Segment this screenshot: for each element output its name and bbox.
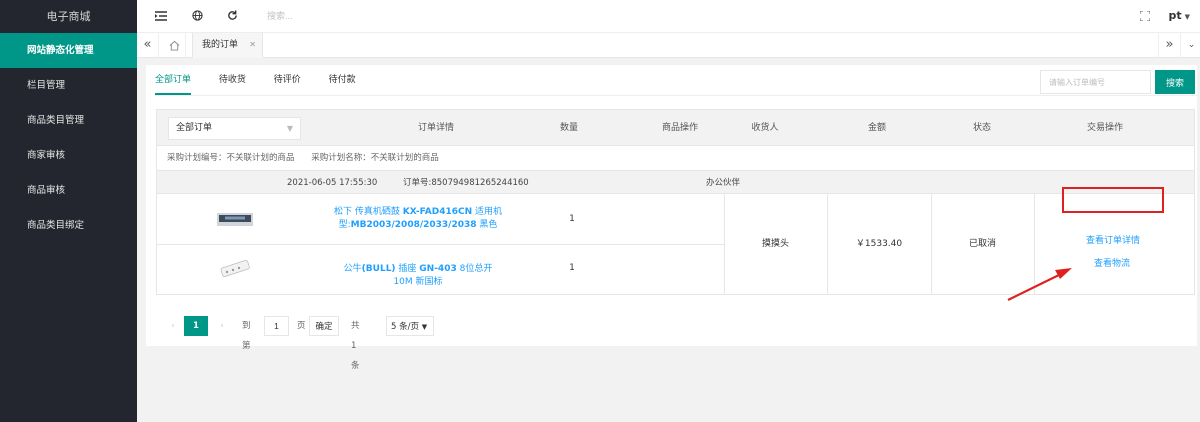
- sidebar-item-static-site[interactable]: 网站静态化管理: [0, 33, 137, 68]
- view-logistics-link[interactable]: 查看物流: [1094, 256, 1130, 269]
- col-quantity: 数量: [559, 123, 578, 133]
- menu-icon[interactable]: [153, 9, 169, 25]
- brand-title: 电子商城: [46, 10, 91, 23]
- search-button[interactable]: 搜索: [1155, 70, 1195, 94]
- product-quantity: 1: [569, 214, 575, 224]
- tabs-divider: [155, 95, 1197, 96]
- table-header: 全部订单 ▼ 订单详情 数量 商品操作 收货人 金额 状态 交易操作: [156, 109, 1195, 146]
- col-amount: 金额: [867, 123, 886, 133]
- product-link[interactable]: 公牛(BULL) 插座 GN-403 8位总开 10M 新国标: [333, 263, 503, 289]
- sidebar-item-category-binding[interactable]: 商品类目绑定: [0, 208, 137, 243]
- home-icon[interactable]: [164, 33, 186, 58]
- tab-pending-payment[interactable]: 待付款: [329, 65, 356, 95]
- confirm-goto-button[interactable]: 确定: [309, 316, 339, 336]
- orders-panel: 全部订单 待收货 待评价 待付款 搜索 全部订单 ▼ 订单详情 数量 商品操作 …: [146, 65, 1197, 371]
- shop-name: 办公伙伴: [706, 178, 741, 188]
- product-model: GN-403: [419, 264, 457, 274]
- tab-pending-receipt[interactable]: 待收货: [219, 65, 246, 95]
- order-status: 已取消: [968, 239, 996, 249]
- col-trade-actions: 交易操作: [1086, 123, 1123, 133]
- table-row: 公牛(BULL) 插座 GN-403 8位总开 10M 新国标 1: [157, 244, 724, 294]
- col-order-details: 订单详情: [417, 123, 454, 133]
- order-filter-select[interactable]: 全部订单 ▼: [168, 117, 301, 140]
- close-icon[interactable]: ✕: [249, 33, 256, 57]
- top-header: pt▼: [137, 0, 1200, 33]
- page-unit-label: 页: [297, 321, 306, 331]
- tab-my-orders[interactable]: 我的订单 ✕: [192, 33, 263, 58]
- product-brand: (BULL): [361, 264, 396, 274]
- caret-down-icon: ▼: [1184, 13, 1190, 21]
- product-model: MB2003/2008/2033/2038: [350, 220, 477, 230]
- product-name-part: 黑色: [476, 220, 498, 230]
- double-left-icon[interactable]: «: [137, 33, 159, 58]
- product-name-part: 松下 传真机硒鼓: [334, 207, 403, 217]
- product-quantity: 1: [569, 263, 575, 273]
- view-order-details-link[interactable]: 查看订单详情: [1086, 233, 1140, 246]
- next-page-icon[interactable]: ›: [216, 316, 228, 336]
- divider: [1034, 194, 1035, 294]
- product-name-part: 公牛: [343, 264, 362, 274]
- sidebar-item-columns[interactable]: 栏目管理: [0, 68, 137, 103]
- fullscreen-icon[interactable]: [1137, 9, 1153, 25]
- tab-all-orders[interactable]: 全部订单: [155, 65, 192, 95]
- receiver-name: 摸摸头: [761, 239, 789, 249]
- order-status-tabs: 全部订单 待收货 待评价 待付款: [155, 65, 381, 95]
- annotation-highlight-box: [1062, 187, 1164, 213]
- order-number-search-input[interactable]: [1040, 70, 1151, 94]
- product-name-part: 插座: [395, 264, 420, 274]
- table-row: 松下 传真机硒鼓 KX-FAD416CN 适用机型:MB2003/2008/20…: [157, 194, 724, 244]
- total-count: 共 1 条: [351, 321, 360, 371]
- current-page-button[interactable]: 1: [184, 316, 208, 336]
- order-number: 订单号:850794981265244160: [403, 178, 529, 188]
- sidebar-item-product-review[interactable]: 商品审核: [0, 173, 137, 208]
- user-name: pt: [1168, 9, 1182, 22]
- globe-icon[interactable]: [189, 9, 205, 25]
- col-receiver: 收货人: [751, 123, 779, 133]
- tab-pending-review[interactable]: 待评价: [274, 65, 301, 95]
- purchase-plan-row: 采购计划编号：不关联计划的商品 采购计划名称：不关联计划的商品: [156, 146, 1195, 170]
- prev-page-icon[interactable]: ‹: [167, 316, 179, 336]
- sidebar-item-product-categories[interactable]: 商品类目管理: [0, 103, 137, 138]
- goto-label: 到第: [242, 321, 251, 351]
- tab-label: 我的订单: [202, 40, 239, 50]
- order-body: 松下 传真机硒鼓 KX-FAD416CN 适用机型:MB2003/2008/20…: [156, 194, 1195, 295]
- product-model: KX-FAD416CN: [402, 207, 473, 217]
- plan-number: 采购计划编号：不关联计划的商品: [167, 153, 295, 163]
- double-right-icon[interactable]: »: [1158, 33, 1180, 58]
- product-link[interactable]: 松下 传真机硒鼓 KX-FAD416CN 适用机型:MB2003/2008/20…: [333, 206, 503, 232]
- order-amount: ￥1533.40: [855, 239, 903, 249]
- chevron-down-icon[interactable]: ⌄: [1180, 33, 1200, 58]
- header-search-input[interactable]: [267, 11, 417, 21]
- page-size-select[interactable]: 5 条/页 ▼: [386, 316, 434, 336]
- product-thumbnail[interactable]: [217, 210, 253, 228]
- caret-down-icon: ▼: [286, 124, 293, 133]
- order-datetime: 2021-06-05 17:55:30: [287, 178, 378, 188]
- sidebar-item-merchant-review[interactable]: 商家审核: [0, 138, 137, 173]
- plan-name: 采购计划名称：不关联计划的商品: [311, 153, 439, 163]
- order-info-row: 2021-06-05 17:55:30 订单号:8507949812652441…: [156, 170, 1195, 194]
- page-size-value: 5 条/页: [391, 322, 419, 332]
- tabs-bar: « 我的订单 ✕ » ⌄: [137, 33, 1200, 58]
- goto-page-input[interactable]: [264, 316, 289, 336]
- sidebar: 电子商城 网站静态化管理 栏目管理 商品类目管理 商家审核 商品审核 商品类目绑…: [0, 0, 137, 422]
- col-status: 状态: [972, 123, 991, 133]
- user-menu[interactable]: pt ▼: [1168, 9, 1190, 22]
- refresh-icon[interactable]: [224, 9, 240, 25]
- caret-down-icon: ▼: [421, 323, 428, 331]
- product-thumbnail[interactable]: [217, 256, 253, 282]
- order-filter-value: 全部订单: [176, 123, 213, 133]
- col-product-actions: 商品操作: [661, 123, 698, 133]
